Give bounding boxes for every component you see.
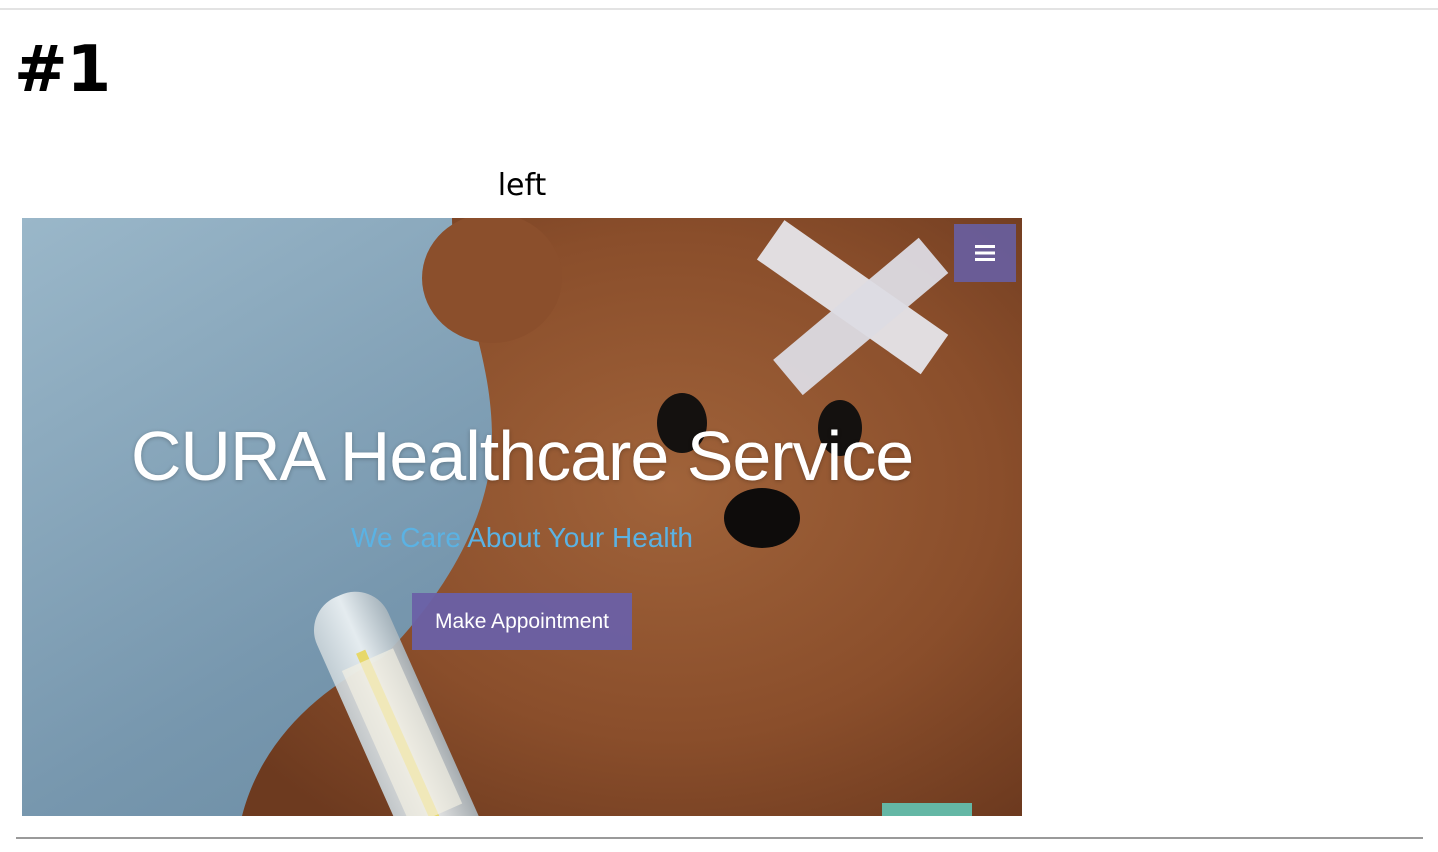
bottom-divider — [16, 837, 1423, 839]
screenshot-caption: left — [497, 168, 547, 203]
hero-screenshot: CURA Healthcare Service We Care About Yo… — [22, 218, 1022, 816]
hero-title: CURA Healthcare Service — [130, 417, 914, 495]
menu-toggle-button[interactable] — [954, 224, 1016, 282]
make-appointment-button[interactable]: Make Appointment — [412, 593, 632, 650]
hero-subtitle: We Care About Your Health — [351, 522, 693, 553]
top-divider — [0, 8, 1438, 10]
page-heading: #1 — [14, 33, 111, 107]
hero-background-image — [22, 218, 1022, 816]
hamburger-menu-icon — [975, 245, 995, 261]
